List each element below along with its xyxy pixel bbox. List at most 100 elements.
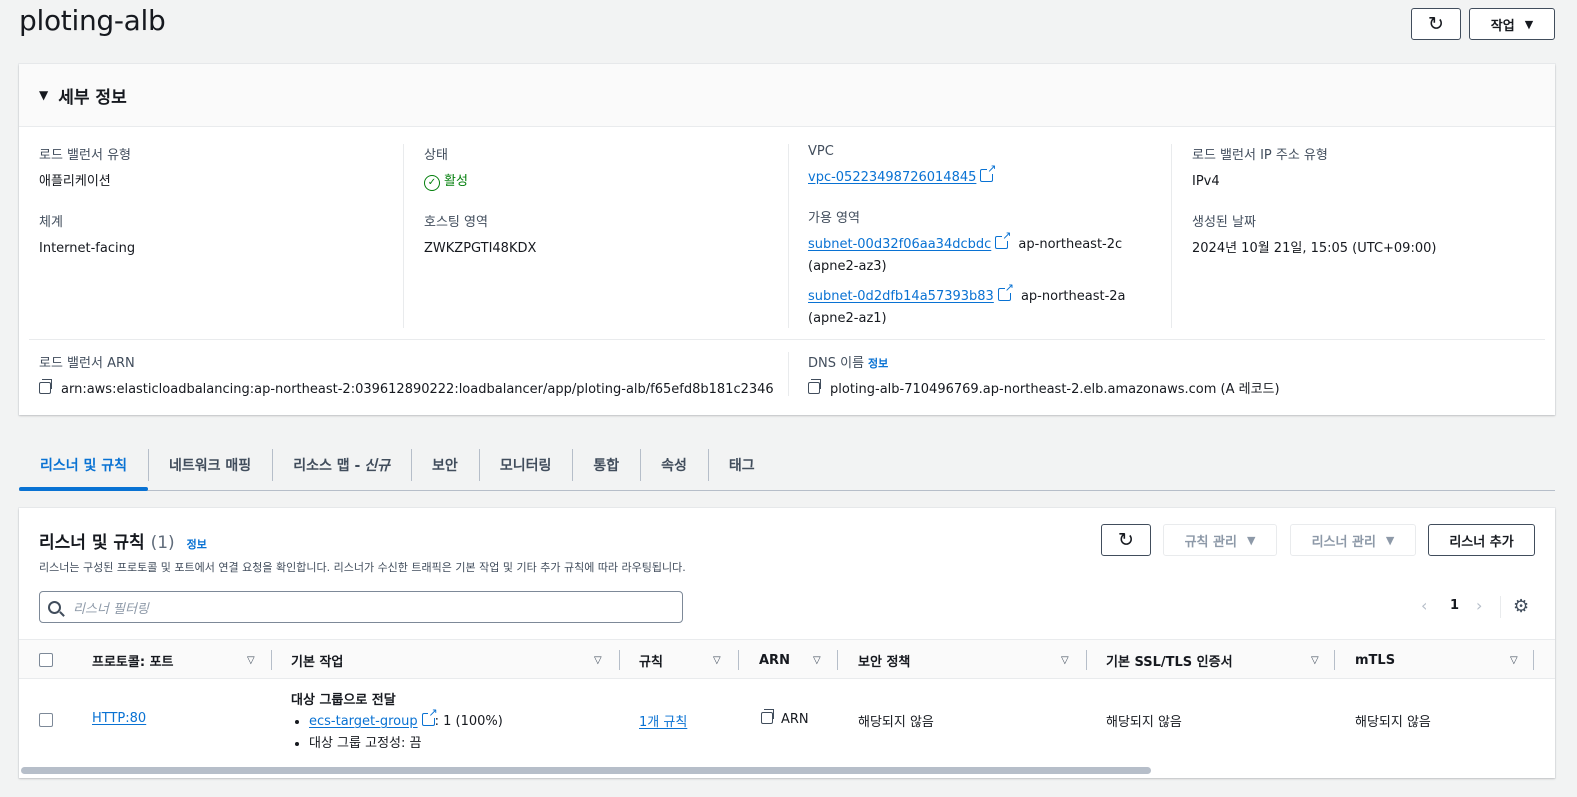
dns-field: DNS 이름 정보 ploting-alb-710496769.ap-northe… <box>808 352 1280 401</box>
col-arn[interactable]: ARN ▽ <box>759 640 821 680</box>
sort-icon: ▽ <box>713 654 721 666</box>
refresh-icon: ↻ <box>1118 528 1134 551</box>
tab-monitoring[interactable]: 모니터링 <box>478 440 573 490</box>
actions-label: 작업 <box>1490 18 1515 34</box>
col-protocol-port[interactable]: 프로토콜: 포트 ▽ <box>92 640 255 680</box>
details-panel: ▼ 세부 정보 로드 밸런서 유형 애플리케이션 체계 Internet-fac… <box>19 64 1555 415</box>
az-item: subnet-0d2dfb14a57393b83 ap-northeast-2a… <box>808 282 1172 330</box>
refresh-button[interactable]: ↻ <box>1411 8 1461 40</box>
tab-tags[interactable]: 태그 <box>707 440 776 490</box>
lb-type-label: 로드 밸런서 유형 <box>39 148 131 163</box>
subnet-link[interactable]: subnet-00d32f06aa34dcbdc <box>808 237 991 252</box>
manage-rules-button[interactable]: 규칙 관리 ▼ <box>1163 524 1277 556</box>
sort-icon: ▽ <box>1311 654 1319 666</box>
actions-dropdown[interactable]: 작업 ▼ <box>1469 8 1555 40</box>
sort-icon: ▽ <box>247 654 255 666</box>
ip-type-value: IPv4 <box>1192 174 1220 189</box>
dns-info-link[interactable]: 정보 <box>868 357 888 370</box>
select-all-checkbox[interactable] <box>39 653 53 667</box>
arn-cell: ARN <box>761 709 809 727</box>
copy-icon[interactable] <box>808 379 821 394</box>
col-default-action[interactable]: 기본 작업 ▽ <box>291 640 602 680</box>
external-link-icon <box>997 282 1014 301</box>
col-mtls[interactable]: mTLS ▽ <box>1355 640 1518 680</box>
caret-down-icon: ▼ <box>1385 533 1395 547</box>
target-group-link[interactable]: ecs-target-group <box>309 714 418 729</box>
tab-security[interactable]: 보안 <box>411 440 479 490</box>
tab-integrations[interactable]: 통합 <box>572 440 640 490</box>
state-label: 상태 <box>424 148 448 163</box>
caret-down-icon: ▼ <box>1246 533 1256 547</box>
copy-icon[interactable] <box>761 709 774 724</box>
tab-network-mapping[interactable]: 네트워크 매핑 <box>148 440 272 490</box>
details-col-1: 로드 밸런서 유형 애플리케이션 체계 Internet-facing <box>19 144 403 328</box>
sort-icon: ▽ <box>1061 654 1069 666</box>
col-ssl-cert[interactable]: 기본 SSL/TLS 인증서 ▽ <box>1106 640 1319 680</box>
new-badge: 신규 <box>364 458 391 474</box>
row-checkbox[interactable] <box>39 713 53 727</box>
arn-label: 로드 밸런서 ARN <box>39 356 135 371</box>
az-label: 가용 영역 <box>808 211 860 226</box>
state-value: ✓ 활성 <box>424 171 788 193</box>
vpc-label: VPC <box>808 144 834 159</box>
vpc-link[interactable]: vpc-05223498726014845 <box>808 170 976 185</box>
sort-icon: ▽ <box>594 654 602 666</box>
prev-page-icon[interactable]: ‹ <box>1421 596 1427 615</box>
hosted-zone-value: ZWKZPGTI48KDX <box>424 241 537 256</box>
caret-down-icon: ▼ <box>39 88 49 102</box>
listeners-description: 리스너는 구성된 프로토콜 및 포트에서 연결 요청을 확인합니다. 리스너가 … <box>39 561 686 574</box>
az-zone: ap-northeast-2a <box>1020 289 1126 304</box>
filter-placeholder: 리스너 필터링 <box>73 601 149 617</box>
protocol-port-link[interactable]: HTTP:80 <box>92 711 146 726</box>
lb-type-value: 애플리케이션 <box>39 174 111 189</box>
add-listener-button[interactable]: 리스너 추가 <box>1428 524 1535 556</box>
listener-filter-input[interactable]: 리스너 필터링 <box>39 591 683 623</box>
copy-icon[interactable] <box>39 379 52 394</box>
external-link-icon <box>980 163 997 182</box>
horizontal-scrollbar[interactable] <box>21 767 1151 774</box>
subnet-link[interactable]: subnet-0d2dfb14a57393b83 <box>808 289 994 304</box>
default-action-cell: 대상 그룹으로 전달 ecs-target-group : 1 (100%) 대상… <box>291 689 503 755</box>
manage-listener-button[interactable]: 리스너 관리 ▼ <box>1290 524 1416 556</box>
listeners-title: 리스너 및 규칙 (1) 정보 <box>39 533 207 553</box>
security-policy-cell: 해당되지 않음 <box>858 715 934 730</box>
col-security-policy[interactable]: 보안 정책 ▽ <box>858 640 1069 680</box>
listeners-refresh-button[interactable]: ↻ <box>1101 524 1151 556</box>
hosted-zone-label: 호스팅 영역 <box>424 215 488 230</box>
arn-value: arn:aws:elasticloadbalancing:ap-northeas… <box>61 382 774 397</box>
page-number[interactable]: 1 <box>1450 598 1459 613</box>
tab-attributes[interactable]: 속성 <box>640 440 708 490</box>
listeners-info-link[interactable]: 정보 <box>187 538 207 551</box>
mtls-cell: 해당되지 않음 <box>1355 715 1431 730</box>
created-value: 2024년 10월 21일, 15:05 (UTC+09:00) <box>1192 241 1437 256</box>
col-rules[interactable]: 규칙 ▽ <box>639 640 721 680</box>
ssl-cert-cell: 해당되지 않음 <box>1106 715 1182 730</box>
stickiness: 대상 그룹 고정성: 끔 <box>309 733 503 755</box>
sort-icon: ▽ <box>1510 654 1518 666</box>
gear-icon[interactable]: ⚙ <box>1513 596 1529 617</box>
listeners-panel: 리스너 및 규칙 (1) 정보 리스너는 구성된 프로토콜 및 포트에서 연결 … <box>19 508 1555 778</box>
az-item: subnet-00d32f06aa34dcbdc ap-northeast-2c… <box>808 230 1172 278</box>
rules-link[interactable]: 1개 규칙 <box>639 711 687 730</box>
arn-text: ARN <box>781 712 809 727</box>
external-link-icon <box>995 230 1012 249</box>
next-page-icon[interactable]: › <box>1476 596 1482 615</box>
caret-down-icon: ▼ <box>1524 17 1534 31</box>
tab-resource-map[interactable]: 리소스 맵 - 신규 <box>272 440 411 490</box>
tab-listeners[interactable]: 리스너 및 규칙 <box>19 440 149 491</box>
details-col-2: 상태 ✓ 활성 호스팅 영역 ZWKZPGTI48KDX <box>404 144 788 328</box>
dns-label: DNS 이름 <box>808 356 865 371</box>
search-icon <box>48 600 61 614</box>
details-toggle[interactable]: ▼ 세부 정보 <box>19 64 1555 127</box>
created-label: 생성된 날짜 <box>1192 215 1256 230</box>
details-col-4: 로드 밸런서 IP 주소 유형 IPv4 생성된 날짜 2024년 10월 21… <box>1172 144 1555 328</box>
action-title: 대상 그룹으로 전달 <box>291 693 396 708</box>
page-title: ploting-alb <box>19 4 166 37</box>
refresh-icon: ↻ <box>1428 12 1444 35</box>
sort-icon: ▽ <box>813 654 821 666</box>
external-link-icon <box>421 707 438 726</box>
tab-bar: 리스너 및 규칙 네트워크 매핑 리소스 맵 - 신규 보안 모니터링 통합 속성… <box>19 440 1555 491</box>
target-weight: : 1 (100%) <box>434 714 503 729</box>
state-text: 활성 <box>444 174 468 189</box>
ip-type-label: 로드 밸런서 IP 주소 유형 <box>1192 148 1328 163</box>
